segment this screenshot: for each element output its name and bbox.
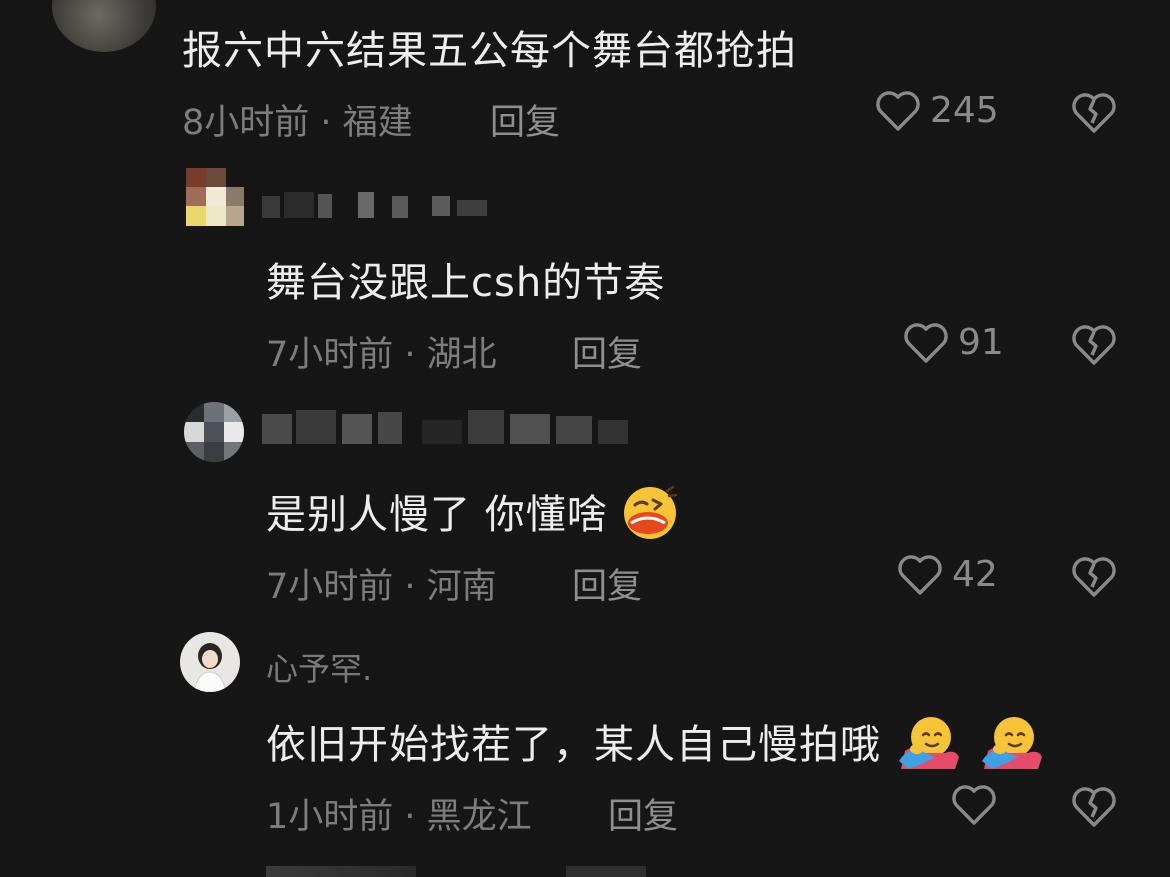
dislike-button[interactable]	[1070, 554, 1118, 598]
dislike-button[interactable]	[1070, 322, 1118, 366]
reply-button[interactable]: 回复	[608, 788, 678, 839]
heart-icon	[898, 555, 942, 595]
reply-button[interactable]: 回复	[490, 94, 560, 145]
like-button[interactable]: 91	[902, 320, 1004, 364]
reply-button[interactable]: 回复	[572, 558, 642, 609]
comment-text: 依旧开始找茬了，某人自己慢拍哦	[266, 712, 1048, 781]
hug-emoji	[895, 713, 965, 781]
broken-heart-icon	[1072, 787, 1116, 827]
comment-text: 报六中六结果五公每个舞台都抢拍	[182, 28, 797, 74]
username-pixelated	[262, 410, 642, 448]
avatar[interactable]	[180, 632, 240, 692]
comment-meta: 7小时前 · 河南	[266, 567, 497, 607]
hug-emoji	[978, 713, 1048, 781]
like-count: 245	[930, 89, 999, 131]
like-count: 42	[952, 553, 998, 595]
avatar-pixelated[interactable]	[186, 168, 244, 226]
dislike-button[interactable]	[1070, 90, 1118, 134]
avatar[interactable]	[52, 0, 156, 52]
comment-meta: 7小时前 · 湖北	[266, 335, 497, 375]
comment-meta: 1小时前 · 黑龙江	[266, 797, 532, 837]
comment-text: 舞台没跟上csh的节奏	[266, 260, 666, 306]
like-button[interactable]: 245	[874, 88, 999, 132]
avatar-pixelated[interactable]	[184, 402, 244, 462]
comment-text-content: 依旧开始找茬了，某人自己慢拍哦	[266, 722, 881, 768]
dislike-button[interactable]	[1070, 784, 1118, 828]
heart-icon	[952, 785, 996, 825]
username-pixelated	[262, 190, 492, 222]
username[interactable]: 心予罕.	[266, 644, 372, 690]
heart-icon	[876, 91, 920, 131]
comment-text-content: 是别人慢了 你懂啥	[266, 492, 608, 538]
like-count: 91	[958, 321, 1004, 363]
grin-emoji	[621, 483, 679, 551]
cutoff-row-fragment	[266, 866, 646, 877]
heart-icon	[904, 323, 948, 363]
broken-heart-icon	[1072, 557, 1116, 597]
comment-text: 是别人慢了 你懂啥	[266, 482, 679, 551]
like-button[interactable]: 42	[896, 552, 998, 596]
like-button[interactable]	[950, 782, 1006, 826]
reply-button[interactable]: 回复	[572, 326, 642, 377]
broken-heart-icon	[1072, 93, 1116, 133]
comment-meta: 8小时前 · 福建	[182, 103, 413, 143]
broken-heart-icon	[1072, 325, 1116, 365]
